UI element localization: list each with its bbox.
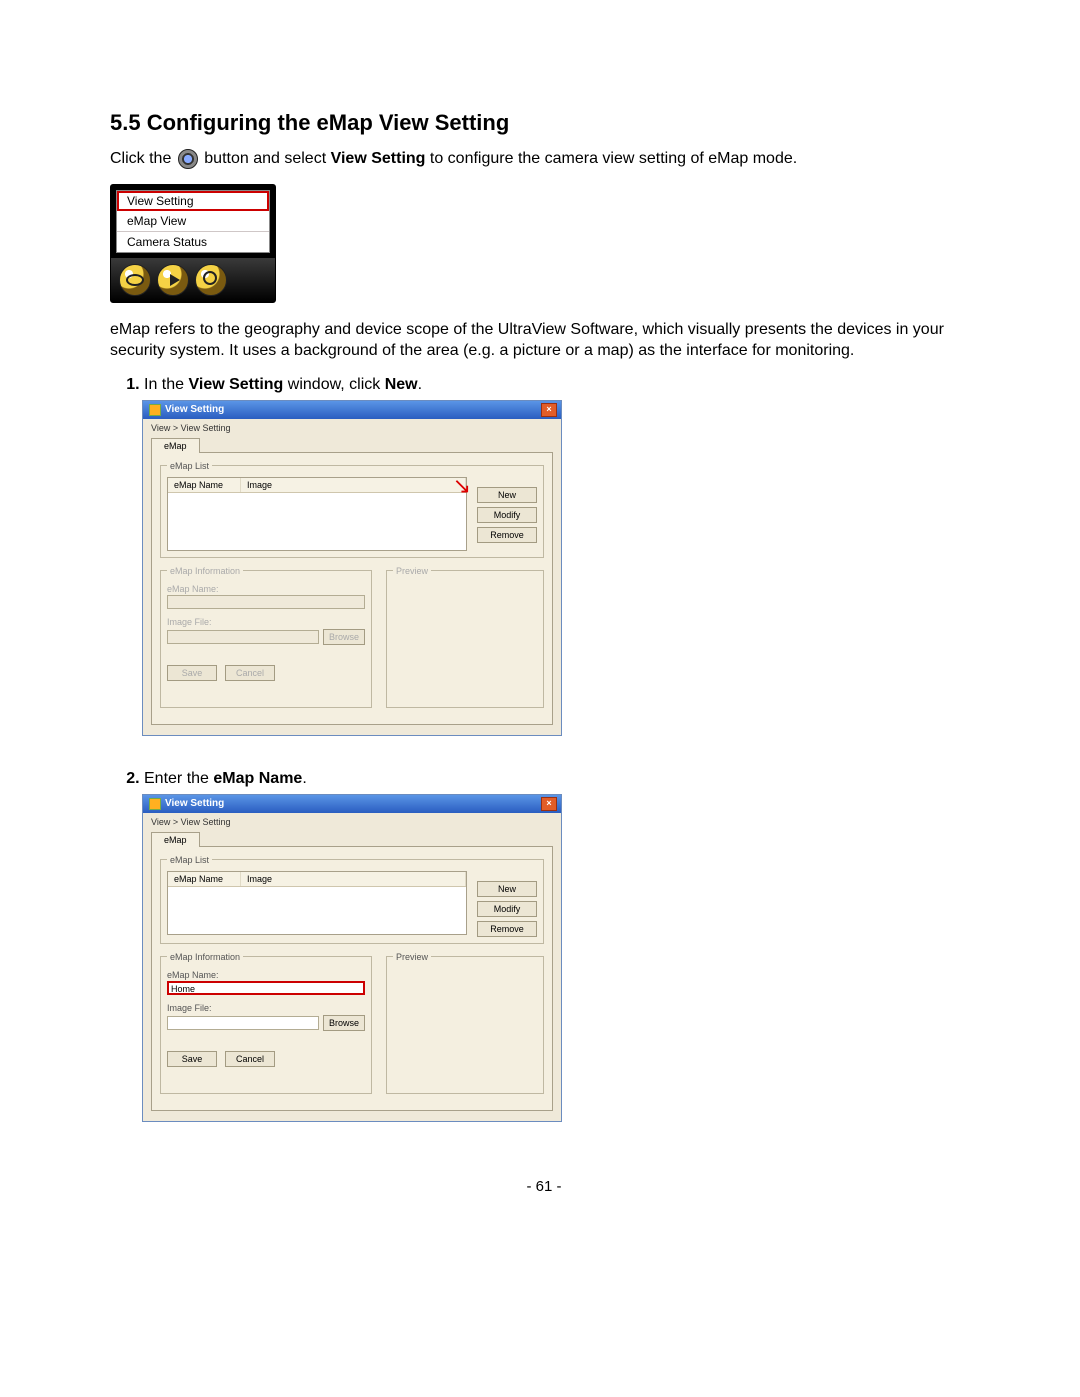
- new-button[interactable]: New: [477, 487, 537, 503]
- group-legend: Preview: [393, 952, 431, 962]
- emap-list[interactable]: eMap Name Image: [167, 871, 467, 935]
- step-bold: New: [385, 376, 418, 393]
- group-legend: eMap List: [167, 855, 212, 865]
- new-button[interactable]: New: [477, 881, 537, 897]
- col-emap-name: eMap Name: [168, 478, 241, 492]
- intro-paragraph: Click the button and select View Setting…: [110, 148, 978, 170]
- step-1: In the View Setting window, click New. V…: [144, 376, 978, 762]
- group-legend: eMap Information: [167, 952, 243, 962]
- remove-button[interactable]: Remove: [477, 527, 537, 543]
- label-image-file: Image File:: [167, 1003, 365, 1013]
- menu-item-view-setting[interactable]: View Setting: [117, 191, 269, 211]
- image-file-input[interactable]: [167, 1016, 319, 1030]
- emap-name-input[interactable]: Home: [167, 981, 365, 995]
- context-menu-mock: View Setting eMap View Camera Status: [110, 184, 276, 303]
- tab-emap[interactable]: eMap: [151, 438, 200, 453]
- preview-group: Preview: [386, 952, 544, 1094]
- emap-info-group: eMap Information eMap Name: Image File: …: [160, 566, 372, 708]
- step-text: window, click: [288, 376, 380, 393]
- search-button[interactable]: [195, 264, 227, 296]
- label-emap-name: eMap Name:: [167, 970, 365, 980]
- step-bold: eMap Name: [213, 770, 302, 787]
- menu-item-emap-view[interactable]: eMap View: [117, 211, 269, 232]
- save-button[interactable]: Save: [167, 665, 217, 681]
- col-image: Image: [241, 872, 466, 886]
- step-2: Enter the eMap Name. View Setting × View…: [144, 770, 978, 1148]
- col-image: Image: [241, 478, 466, 492]
- browse-button[interactable]: Browse: [323, 1015, 365, 1031]
- window-titlebar: View Setting ×: [143, 401, 561, 419]
- label-emap-name: eMap Name:: [167, 584, 365, 594]
- step-text: In the: [144, 376, 184, 393]
- app-icon: [149, 404, 161, 416]
- window-titlebar: View Setting ×: [143, 795, 561, 813]
- cancel-button[interactable]: Cancel: [225, 1051, 275, 1067]
- step-text: .: [302, 770, 306, 787]
- view-setting-window-2: View Setting × View > View Setting eMap …: [142, 794, 562, 1122]
- breadcrumb: View > View Setting: [143, 813, 561, 831]
- col-emap-name: eMap Name: [168, 872, 241, 886]
- close-icon[interactable]: ×: [541, 797, 557, 811]
- group-legend: eMap Information: [167, 566, 243, 576]
- breadcrumb: View > View Setting: [143, 419, 561, 437]
- preview-group: Preview: [386, 566, 544, 708]
- intro-text: Click the: [110, 150, 171, 167]
- label-image-file: Image File:: [167, 617, 365, 627]
- remove-button[interactable]: Remove: [477, 921, 537, 937]
- emap-list[interactable]: eMap Name Image: [167, 477, 467, 551]
- cancel-button[interactable]: Cancel: [225, 665, 275, 681]
- step-bold: View Setting: [188, 376, 283, 393]
- step-text: Enter the: [144, 770, 209, 787]
- menu-item-camera-status[interactable]: Camera Status: [117, 232, 269, 252]
- view-setting-window-1: View Setting × View > View Setting eMap …: [142, 400, 562, 736]
- intro-text: button and select: [204, 150, 326, 167]
- image-file-input: [167, 630, 319, 644]
- page-number: - 61 -: [110, 1178, 978, 1195]
- step-text: .: [418, 376, 422, 393]
- steps-list: In the View Setting window, click New. V…: [110, 376, 978, 1148]
- browse-button[interactable]: Browse: [323, 629, 365, 645]
- emap-list-group: eMap List eMap Name Image New Modify: [160, 461, 544, 558]
- window-title: View Setting: [165, 798, 224, 809]
- group-legend: eMap List: [167, 461, 212, 471]
- modify-button[interactable]: Modify: [477, 507, 537, 523]
- modify-button[interactable]: Modify: [477, 901, 537, 917]
- save-button[interactable]: Save: [167, 1051, 217, 1067]
- view-mode-button[interactable]: [119, 264, 151, 296]
- window-title: View Setting: [165, 404, 224, 415]
- section-heading: 5.5 Configuring the eMap View Setting: [110, 110, 978, 136]
- emap-name-input: [167, 595, 365, 609]
- emap-info-group: eMap Information eMap Name: Home Image F…: [160, 952, 372, 1094]
- emap-description: eMap refers to the geography and device …: [110, 319, 978, 362]
- play-button[interactable]: [157, 264, 189, 296]
- intro-text: to configure the camera view setting of …: [430, 150, 797, 167]
- toolbar-row: [111, 258, 275, 302]
- view-mode-icon: [178, 149, 198, 169]
- group-legend: Preview: [393, 566, 431, 576]
- emap-list-group: eMap List eMap Name Image New Modify: [160, 855, 544, 944]
- tab-emap[interactable]: eMap: [151, 832, 200, 847]
- close-icon[interactable]: ×: [541, 403, 557, 417]
- intro-bold: View Setting: [331, 150, 426, 167]
- app-icon: [149, 798, 161, 810]
